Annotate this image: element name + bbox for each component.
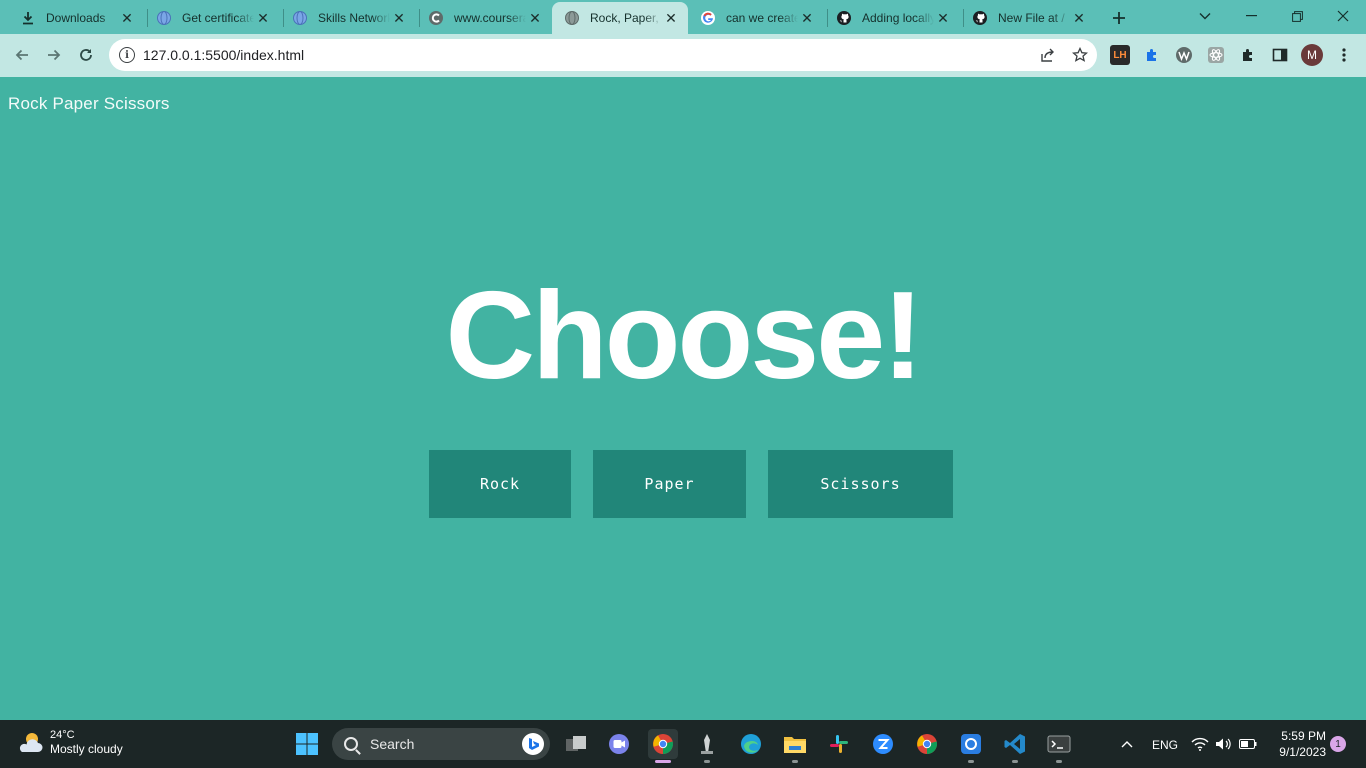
- react-devtools-extension-icon[interactable]: [1206, 45, 1226, 65]
- teams-chat-icon[interactable]: [604, 729, 634, 759]
- site-info-icon[interactable]: i: [119, 47, 135, 63]
- wappalyzer-extension-icon[interactable]: [1174, 45, 1194, 65]
- weather-widget[interactable]: 24°C Mostly cloudy: [16, 728, 123, 757]
- search-icon: [344, 737, 358, 751]
- start-button[interactable]: [292, 729, 322, 759]
- app-taskbar-icon[interactable]: [692, 729, 722, 763]
- download-icon: [20, 10, 36, 26]
- tab-search-chevron-icon[interactable]: [1182, 0, 1228, 32]
- close-tab-icon[interactable]: ✕: [526, 9, 544, 27]
- weather-temperature: 24°C: [50, 729, 75, 741]
- tab-adding-locally[interactable]: Adding locally ✕: [824, 2, 960, 34]
- extensions-menu-icon[interactable]: [1238, 45, 1258, 65]
- zoom-icon[interactable]: [868, 729, 898, 759]
- globe-icon: [564, 10, 580, 26]
- tab-strip: Downloads ✕ Get certificate ✕ Skills Net…: [0, 0, 1366, 34]
- partly-cloudy-icon: [16, 731, 44, 755]
- tab-coursera[interactable]: www.coursera ✕: [416, 2, 552, 34]
- settings-app-icon[interactable]: [956, 729, 986, 763]
- tab-downloads[interactable]: Downloads ✕: [8, 2, 144, 34]
- globe-icon: [156, 10, 172, 26]
- scissors-button[interactable]: Scissors: [768, 450, 953, 518]
- close-tab-icon[interactable]: ✕: [798, 9, 816, 27]
- minimize-button[interactable]: [1228, 0, 1274, 32]
- new-tab-button[interactable]: [1106, 5, 1132, 31]
- edge-taskbar-icon[interactable]: [736, 729, 766, 759]
- google-icon: [700, 10, 716, 26]
- file-explorer-icon[interactable]: [780, 729, 810, 763]
- chrome-profile-icon[interactable]: [912, 729, 942, 759]
- tab-new-file[interactable]: New File at / ✕: [960, 2, 1096, 34]
- globe-icon: [292, 10, 308, 26]
- side-panel-icon[interactable]: [1270, 45, 1290, 65]
- vscode-icon[interactable]: [1000, 729, 1030, 763]
- weather-condition: Mostly cloudy: [50, 742, 123, 756]
- tab-get-certificate[interactable]: Get certificate ✕: [144, 2, 280, 34]
- tab-skills-network[interactable]: Skills Network ✕: [280, 2, 416, 34]
- close-window-button[interactable]: [1320, 0, 1366, 32]
- tab-google-search[interactable]: can we create ✕: [688, 2, 824, 34]
- task-view-icon[interactable]: [561, 729, 591, 759]
- reload-button[interactable]: [72, 41, 100, 69]
- system-clock[interactable]: 5:59 PM 9/1/2023: [1262, 728, 1326, 760]
- forward-button[interactable]: [40, 41, 68, 69]
- notification-badge[interactable]: 1: [1330, 736, 1346, 752]
- tab-rock-paper-scissors[interactable]: Rock, Paper, S ✕: [552, 2, 688, 34]
- wifi-icon[interactable]: [1188, 729, 1212, 759]
- close-tab-icon[interactable]: ✕: [254, 9, 272, 27]
- address-bar[interactable]: i 127.0.0.1:5500/index.html: [109, 39, 1097, 71]
- bing-icon[interactable]: [522, 733, 544, 755]
- page-headline: Choose!: [445, 267, 924, 405]
- close-tab-icon[interactable]: ✕: [662, 9, 680, 27]
- site-brand: Rock Paper Scissors: [8, 94, 170, 113]
- close-tab-icon[interactable]: ✕: [1070, 9, 1088, 27]
- battery-icon[interactable]: [1236, 729, 1260, 759]
- browser-menu-icon[interactable]: [1334, 45, 1354, 65]
- paper-button[interactable]: Paper: [593, 450, 746, 518]
- bookmark-star-icon[interactable]: [1070, 45, 1090, 65]
- lighthouse-extension-icon[interactable]: LH: [1110, 45, 1130, 65]
- restore-button[interactable]: [1274, 0, 1320, 32]
- taskbar-search[interactable]: Search: [332, 728, 550, 760]
- terminal-icon[interactable]: [1044, 729, 1074, 763]
- tray-overflow-chevron-icon[interactable]: [1112, 729, 1142, 759]
- profile-avatar[interactable]: M: [1301, 44, 1323, 66]
- github-icon: [972, 10, 988, 26]
- language-indicator[interactable]: ENG: [1152, 738, 1178, 752]
- slack-icon[interactable]: [824, 729, 854, 759]
- page-viewport: Rock Paper Scissors Choose! Rock Paper S…: [0, 77, 1366, 720]
- close-tab-icon[interactable]: ✕: [118, 9, 136, 27]
- rock-button[interactable]: Rock: [429, 450, 571, 518]
- browser-toolbar: i 127.0.0.1:5500/index.html LH M: [0, 34, 1366, 77]
- github-icon: [836, 10, 852, 26]
- volume-icon[interactable]: [1212, 729, 1234, 759]
- chrome-taskbar-icon[interactable]: [648, 729, 678, 763]
- taskbar: 24°C Mostly cloudy Search ENG 5:59 PM 9/…: [0, 720, 1366, 768]
- close-tab-icon[interactable]: ✕: [934, 9, 952, 27]
- back-button[interactable]: [8, 41, 36, 69]
- puzzle-extension-icon[interactable]: [1142, 45, 1162, 65]
- coursera-icon: [428, 10, 444, 26]
- share-icon[interactable]: [1038, 45, 1058, 65]
- close-tab-icon[interactable]: ✕: [390, 9, 408, 27]
- address-url: 127.0.0.1:5500/index.html: [143, 47, 305, 63]
